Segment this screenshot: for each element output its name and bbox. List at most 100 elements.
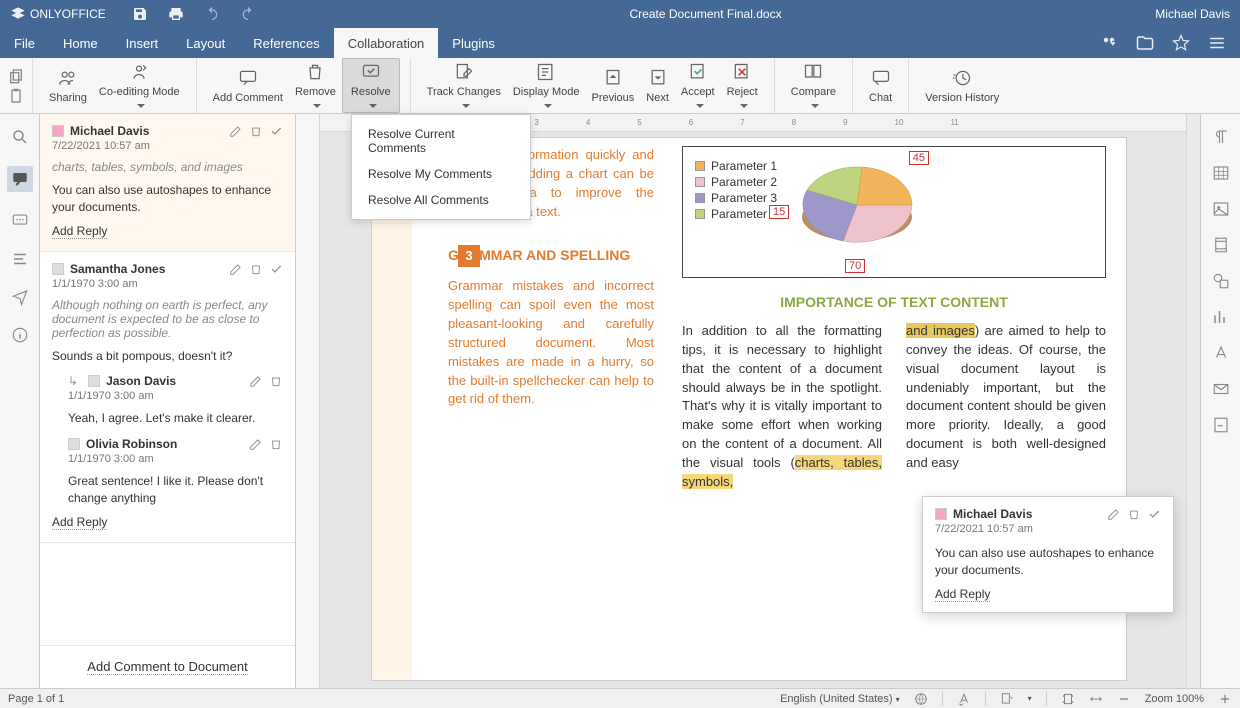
resolve-current-item[interactable]: Resolve Current Comments [352,121,530,161]
edit-icon[interactable] [229,124,243,138]
fit-page-icon[interactable] [1061,692,1075,706]
edit-icon[interactable] [249,437,263,451]
reject-button[interactable]: Reject [721,58,764,113]
track-changes-button[interactable]: Track Changes [421,58,507,113]
paste-icon[interactable] [8,88,24,104]
comment-card[interactable]: Samantha Jones 1/1/1970 3:00 am Although… [40,252,295,543]
user-color-swatch [52,125,64,137]
chart-object[interactable]: Parameter 1 Parameter 2 Parameter 3 Para… [682,146,1106,278]
edit-icon[interactable] [1107,507,1121,521]
page-indicator[interactable]: Page 1 of 1 [8,693,64,705]
chart-settings-icon[interactable] [1212,308,1230,326]
vertical-ruler [296,114,320,688]
save-icon[interactable] [132,6,148,22]
current-user[interactable]: Michael Davis [1155,7,1230,21]
next-icon [648,68,668,88]
add-reply-link[interactable]: Add Reply [52,515,107,530]
shape-settings-icon[interactable] [1212,272,1230,290]
chat-panel-icon[interactable] [11,212,29,230]
textart-settings-icon[interactable] [1212,344,1230,362]
tab-file[interactable]: File [0,28,49,58]
next-change-button[interactable]: Next [640,58,675,113]
edit-icon[interactable] [229,262,243,276]
signature-icon[interactable] [1212,416,1230,434]
language-selector[interactable]: English (United States) ▾ [780,693,900,705]
delete-icon[interactable] [269,437,283,451]
previous-icon [603,68,623,88]
reply-author: Jason Davis [106,374,243,388]
comment-reply: Olivia Robinson 1/1/1970 3:00 am Great s… [52,437,283,507]
vertical-scrollbar[interactable] [1186,114,1200,688]
fit-width-icon[interactable] [1089,692,1103,706]
print-icon[interactable] [168,6,184,22]
image-settings-icon[interactable] [1212,200,1230,218]
comment-date: 7/22/2021 10:57 am [52,140,283,152]
open-location-icon[interactable] [1136,34,1154,52]
table-settings-icon[interactable] [1212,164,1230,182]
accept-button[interactable]: Accept [675,58,721,113]
compare-button[interactable]: Compare [785,58,842,113]
navigation-icon[interactable] [11,250,29,268]
add-comment-to-doc-link[interactable]: Add Comment to Document [87,659,247,675]
comment-quote: charts, tables, symbols, and images [52,160,283,174]
resolve-button[interactable]: Resolve [342,58,400,113]
tab-collaboration[interactable]: Collaboration [334,28,439,58]
chat-button[interactable]: Chat [863,58,898,113]
copy-icon[interactable] [8,68,24,84]
tab-insert[interactable]: Insert [112,28,173,58]
comment-card[interactable]: Michael Davis 7/22/2021 10:57 am charts,… [40,114,295,252]
tab-plugins[interactable]: Plugins [438,28,509,58]
comments-panel-icon[interactable] [7,166,33,192]
manage-access-icon[interactable] [1100,34,1118,52]
remove-comment-button[interactable]: Remove [289,58,342,113]
zoom-in-icon[interactable] [1218,692,1232,706]
collaboration-toolbar: Sharing Co-editing Mode Add Comment Remo… [0,58,1240,114]
coediting-mode-button[interactable]: Co-editing Mode [93,58,186,113]
zoom-level[interactable]: Zoom 100% [1145,693,1204,705]
user-color-swatch [88,375,100,387]
delete-icon[interactable] [269,374,283,388]
delete-icon[interactable] [249,124,263,138]
resolve-check-icon[interactable] [269,262,283,276]
edit-icon[interactable] [249,374,263,388]
comment-reply: ↳ Jason Davis 1/1/1970 3:00 am Yeah, I a… [52,374,283,427]
resolve-check-icon[interactable] [1147,507,1161,521]
resolve-my-item[interactable]: Resolve My Comments [352,161,530,187]
tab-layout[interactable]: Layout [172,28,239,58]
doc-lang-icon[interactable] [957,692,971,706]
accept-icon [688,62,708,82]
status-bar: Page 1 of 1 English (United States) ▾ ▾ … [0,688,1240,708]
comments-panel: Michael Davis 7/22/2021 10:57 am charts,… [40,114,296,688]
undo-icon[interactable] [204,6,220,22]
resolve-all-item[interactable]: Resolve All Comments [352,187,530,213]
redo-icon[interactable] [240,6,256,22]
tab-references[interactable]: References [239,28,333,58]
mailmerge-icon[interactable] [1212,380,1230,398]
tab-home[interactable]: Home [49,28,112,58]
menu-icon[interactable] [1208,34,1226,52]
app-name: ONLYOFFICE [30,7,106,21]
feedback-icon[interactable] [11,288,29,306]
spellcheck-icon[interactable] [914,692,928,706]
track-changes-icon [454,62,474,82]
header-footer-icon[interactable] [1212,236,1230,254]
search-icon[interactable] [11,128,29,146]
comment-quote: Although nothing on earth is perfect, an… [52,298,283,340]
resolve-check-icon[interactable] [269,124,283,138]
add-comment-button[interactable]: Add Comment [207,58,289,113]
version-history-button[interactable]: Version History [919,58,1005,113]
add-reply-link[interactable]: Add Reply [52,224,107,239]
delete-icon[interactable] [249,262,263,276]
zoom-out-icon[interactable] [1117,692,1131,706]
display-mode-button[interactable]: Display Mode [507,58,586,113]
sharing-button[interactable]: Sharing [43,58,93,113]
about-icon[interactable] [11,326,29,344]
add-reply-link[interactable]: Add Reply [935,587,990,602]
track-changes-status-icon[interactable] [1000,692,1014,706]
delete-icon[interactable] [1127,507,1141,521]
pie-chart: 45 70 15 [787,157,927,267]
paragraph-settings-icon[interactable] [1212,128,1230,146]
chart-legend: Parameter 1 Parameter 2 Parameter 3 Para… [695,157,777,267]
previous-change-button[interactable]: Previous [586,58,641,113]
favorite-icon[interactable] [1172,34,1190,52]
